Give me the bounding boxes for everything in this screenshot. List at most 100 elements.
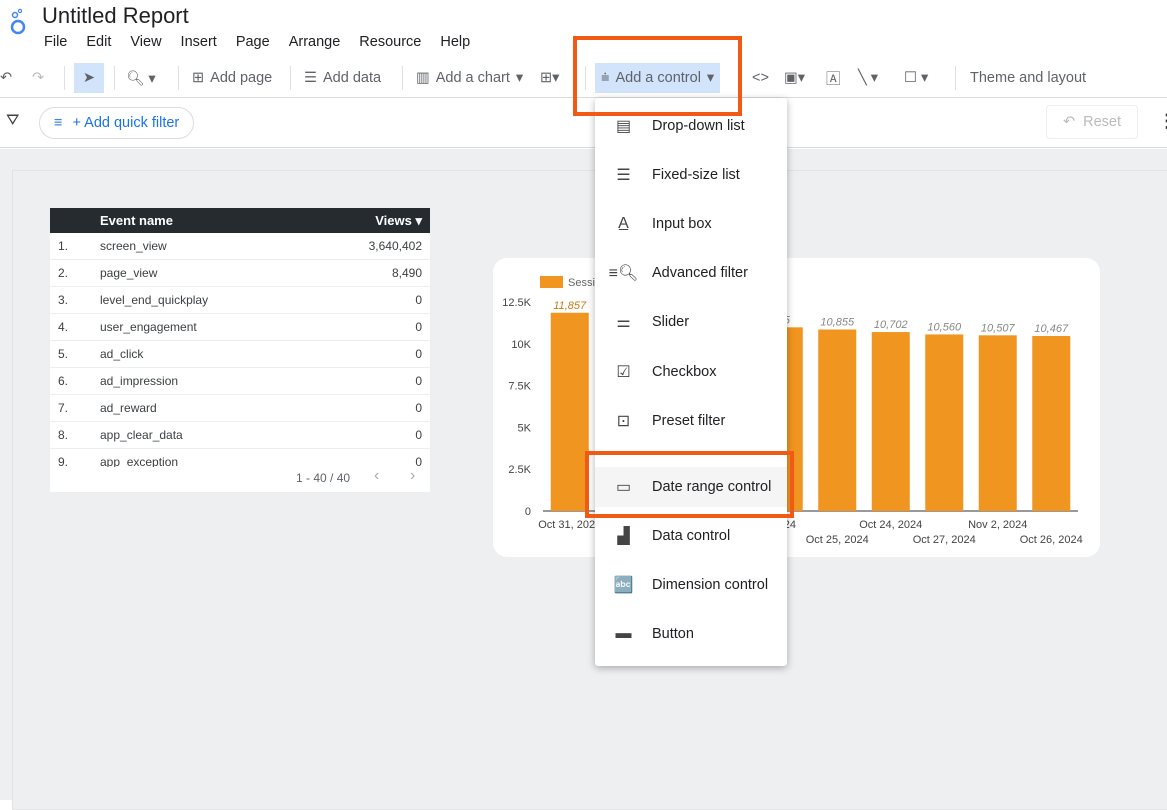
menu-view[interactable]: View (130, 34, 161, 50)
redo-icon[interactable]: ↷ (32, 58, 44, 98)
select-tool-icon[interactable]: ➤ (74, 63, 104, 93)
input-box-icon: A̲ (618, 215, 629, 232)
table-row[interactable]: 8. app_clear_data 0 (50, 422, 430, 449)
table-row[interactable]: 7. ad_reward 0 (50, 395, 430, 422)
table-cell: 8,490 (391, 266, 422, 280)
table-row[interactable]: 5. ad_click 0 (50, 341, 430, 368)
legend-swatch (540, 276, 563, 288)
shape-icon[interactable]: ☐ ▾ (904, 58, 928, 98)
reset-button[interactable]: ↶ Reset (1046, 105, 1138, 139)
embed-code-icon[interactable]: <> (752, 58, 769, 98)
line-icon[interactable]: ╲ ▾ (858, 58, 878, 98)
menu-item-preset-filter[interactable]: ⊡ Preset filter (595, 401, 787, 441)
table-cell: 0 (415, 401, 422, 415)
menu-arrange[interactable]: Arrange (289, 34, 341, 50)
table-cell: 0 (415, 320, 422, 334)
y-tick-label: 0 (525, 506, 531, 518)
table-cell: ad_impression (100, 374, 179, 388)
table-cell: 3. (58, 293, 69, 307)
x-tick-label: Oct 25, 2024 (806, 534, 869, 546)
prev-page-icon[interactable]: ‹ (374, 467, 379, 485)
menu-resource[interactable]: Resource (359, 34, 421, 50)
app-logo[interactable] (8, 6, 28, 36)
x-tick-label: Oct 27, 2024 (913, 534, 976, 546)
bar (925, 334, 964, 511)
table-cell: 0 (415, 374, 422, 388)
report-title[interactable]: Untitled Report (42, 3, 189, 29)
highlight-date-range (585, 451, 794, 518)
filter-lines-icon: ≡ (54, 115, 63, 131)
table-row[interactable]: 3. level_end_quickplay 0 (50, 287, 430, 314)
table-cell: 0 (415, 293, 422, 307)
add-page-button[interactable]: ⊞ Add page (192, 58, 272, 98)
button-icon: ▬ (615, 625, 632, 642)
filter-icon[interactable]: ⛛ (6, 112, 19, 130)
menu-item-input-box[interactable]: A̲ Input box (595, 204, 787, 244)
undo-icon: ↶ (1062, 114, 1076, 130)
table-cell: ad_reward (100, 401, 157, 415)
table-cell: 3,640,402 (368, 239, 422, 253)
table-row[interactable]: 6. ad_impression 0 (50, 368, 430, 395)
bar-value-label: 10,560 (927, 321, 962, 333)
table-row[interactable]: 1. screen_view 3,640,402 (50, 233, 430, 260)
more-options-icon[interactable]: ⋮ (1158, 111, 1167, 132)
table-row[interactable]: 4. user_engagement 0 (50, 314, 430, 341)
table-row[interactable]: 2. page_view 8,490 (50, 260, 430, 287)
fixed-list-icon: ☰ (616, 167, 631, 184)
table-cell: 9. (58, 455, 69, 467)
table-cell: screen_view (100, 239, 167, 253)
bar-value-label: 11,857 (553, 300, 587, 312)
x-tick-label: Oct 31, 2024 (538, 519, 601, 531)
preset-filter-icon: ⊡ (616, 413, 631, 430)
undo-icon[interactable]: ↶ (0, 58, 12, 98)
chart-icon: ▥ (416, 70, 430, 86)
checkbox-icon: ☑ (616, 364, 631, 381)
column-header-event-name[interactable]: Event name (100, 213, 310, 228)
add-data-button[interactable]: ☰ Add data (304, 58, 381, 98)
menu-edit[interactable]: Edit (86, 34, 111, 50)
highlight-add-control (573, 36, 742, 116)
add-control-menu: ▤ Drop-down list ☰ Fixed-size list A̲ Input b… (595, 98, 787, 666)
bar-value-label: 10,467 (1034, 323, 1069, 335)
pagination-label: 1 - 40 / 40 (296, 471, 351, 485)
table-cell: page_view (100, 266, 158, 280)
y-tick-label: 7.5K (508, 381, 531, 393)
table-cell: 0 (415, 347, 422, 361)
menu-insert[interactable]: Insert (181, 34, 217, 50)
table-cell: 0 (415, 455, 422, 467)
menu-file[interactable]: File (44, 34, 67, 50)
menu-page[interactable]: Page (236, 34, 270, 50)
table-cell: 8. (58, 428, 69, 442)
menu-help[interactable]: Help (440, 34, 470, 50)
table-cell: 2. (58, 266, 69, 280)
events-table[interactable]: Event name Views ▾ 1. screen_view 3,640,402… (50, 208, 430, 492)
table-cell: level_end_quickplay (100, 293, 209, 307)
table-cell: 1. (58, 239, 69, 253)
advanced-filter-icon: ≡🔍︎ (608, 265, 639, 282)
add-data-icon: ☰ (304, 70, 317, 86)
add-quick-filter-button[interactable]: ≡ + Add quick filter (39, 107, 195, 139)
next-page-icon[interactable]: › (410, 467, 415, 485)
theme-layout-button[interactable]: Theme and layout (970, 58, 1086, 98)
menu-item-slider[interactable]: ⚌ Slider (595, 302, 787, 342)
column-header-views[interactable]: Views ▾ (310, 213, 430, 229)
add-chart-button[interactable]: ▥ Add a chart ▾ (416, 58, 523, 98)
menu-item-data-control[interactable]: ▟ Data control (595, 516, 787, 556)
table-cell: app_clear_data (100, 428, 183, 442)
table-row[interactable]: 9. app_exception 0 (50, 449, 430, 467)
menu-item-fixed-size-list[interactable]: ☰ Fixed-size list (595, 155, 787, 195)
bar (871, 332, 910, 511)
slider-icon: ⚌ (616, 314, 631, 331)
y-tick-label: 5K (518, 422, 532, 434)
community-viz-icon[interactable]: ⊞▾ (540, 58, 559, 98)
menu-item-button[interactable]: ▬ Button (595, 614, 787, 654)
table-cell: 6. (58, 374, 69, 388)
menu-item-checkbox[interactable]: ☑ Checkbox (595, 352, 787, 392)
menu-item-dimension-control[interactable]: 🔤 Dimension control (595, 565, 787, 605)
bar (818, 329, 857, 511)
text-box-icon[interactable]: 🄰 (826, 58, 841, 98)
image-icon[interactable]: ▣▾ (784, 58, 805, 98)
zoom-icon[interactable]: 🔍︎ ▾ (126, 58, 156, 98)
menu-item-advanced-filter[interactable]: ≡🔍︎ Advanced filter (595, 253, 787, 293)
add-page-icon: ⊞ (192, 70, 205, 86)
